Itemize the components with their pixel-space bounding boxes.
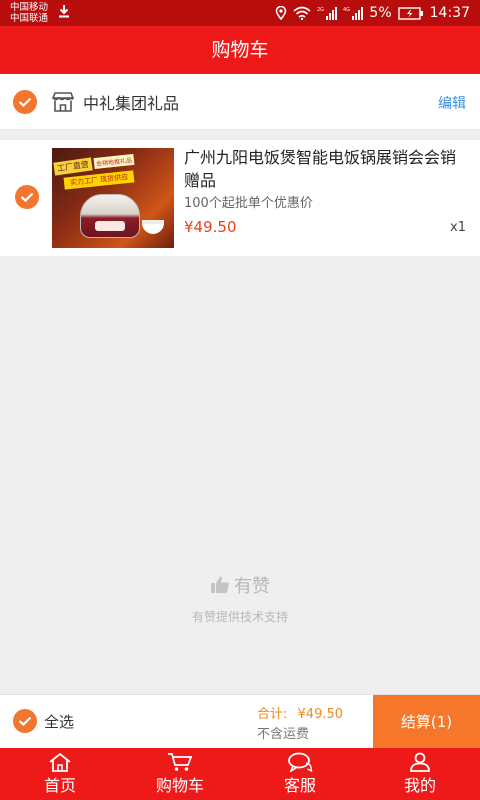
battery-icon — [397, 6, 423, 20]
download-icon — [59, 5, 69, 18]
edit-button[interactable]: 编辑 — [438, 93, 466, 113]
powered-by: 有赞 有赞提供技术支持 — [0, 572, 480, 625]
rice-cooker-picture — [80, 194, 140, 238]
image-tag-factory: 工厂直营 — [53, 157, 93, 176]
image-tag-gift: 会销地推礼品 — [93, 153, 135, 170]
svg-text:2G: 2G — [317, 7, 324, 13]
checkout-bar: 全选 合计: ¥49.50 不含运费 结算(1) — [0, 694, 480, 749]
tab-home[interactable]: 首页 — [0, 748, 120, 800]
store-icon — [51, 92, 75, 112]
tab-mine[interactable]: 我的 — [360, 748, 480, 800]
image-tag-supply: 实力工厂 现货供应 — [63, 170, 135, 190]
status-icons: 2G 4G 5% 14:37 — [275, 4, 470, 22]
cart-icon — [168, 753, 193, 771]
status-bar: 中国移动 中国联通 2G 4G 5% 14:37 — [0, 0, 480, 26]
select-all-checkbox[interactable] — [13, 709, 37, 733]
tab-label: 客服 — [283, 776, 316, 795]
battery-percent: 5% — [369, 5, 392, 21]
shop-header: 中礼集团礼品 编辑 — [0, 74, 480, 130]
tab-label: 购物车 — [155, 776, 204, 795]
total-value: ¥49.50 — [297, 707, 344, 722]
rice-bowl-picture — [142, 220, 164, 234]
product-price: ¥49.50 — [184, 218, 237, 236]
page-title: 购物车 — [211, 39, 269, 61]
product-subtitle: 100个起批单个优惠价 — [184, 196, 313, 211]
location-icon — [276, 6, 287, 20]
signal-icon: 2G — [317, 7, 338, 20]
brand-tagline: 有赞提供技术支持 — [191, 610, 288, 624]
tab-customer-service[interactable]: 客服 — [240, 748, 360, 800]
cart-item[interactable]: 工厂直营 会销地推礼品 实力工厂 现货供应 广州九阳电饭煲智能电饭锅展销会会销赠… — [0, 140, 480, 256]
shop-checkbox[interactable] — [13, 90, 37, 114]
total-line: 合计: ¥49.50 — [257, 703, 343, 722]
signal-icon-2: 4G — [343, 7, 364, 20]
checkout-button[interactable]: 结算(1) — [373, 695, 480, 749]
bottom-tab-bar: 首页 购物车 客服 我的 — [0, 748, 480, 800]
user-icon — [410, 752, 430, 772]
item-checkbox[interactable] — [15, 185, 39, 209]
select-all-label[interactable]: 全选 — [44, 711, 74, 732]
shipping-note: 不含运费 — [257, 727, 310, 742]
carrier-2: 中国联通 — [10, 13, 49, 24]
chat-icon — [288, 752, 313, 772]
check-icon — [18, 97, 32, 107]
product-image[interactable]: 工厂直营 会销地推礼品 实力工厂 现货供应 — [52, 148, 174, 248]
wifi-icon — [293, 6, 311, 20]
svg-text:4G: 4G — [343, 7, 350, 13]
thumbs-up-icon — [211, 576, 229, 593]
brand-name: 有赞 — [234, 576, 270, 597]
page-header: 购物车 — [0, 26, 480, 74]
carrier-labels: 中国移动 中国联通 — [10, 2, 48, 24]
check-icon — [18, 716, 32, 726]
shop-name[interactable]: 中礼集团礼品 — [83, 90, 179, 114]
tab-cart[interactable]: 购物车 — [120, 748, 240, 800]
home-icon — [49, 752, 71, 772]
check-icon — [20, 192, 34, 202]
carrier-1: 中国移动 — [10, 2, 49, 13]
clock: 14:37 — [429, 5, 470, 21]
tab-label: 首页 — [43, 776, 76, 795]
tab-label: 我的 — [403, 776, 436, 795]
product-title[interactable]: 广州九阳电饭煲智能电饭锅展销会会销赠品 — [184, 146, 468, 192]
product-quantity: x1 — [450, 220, 466, 235]
total-label: 合计: — [257, 707, 288, 722]
